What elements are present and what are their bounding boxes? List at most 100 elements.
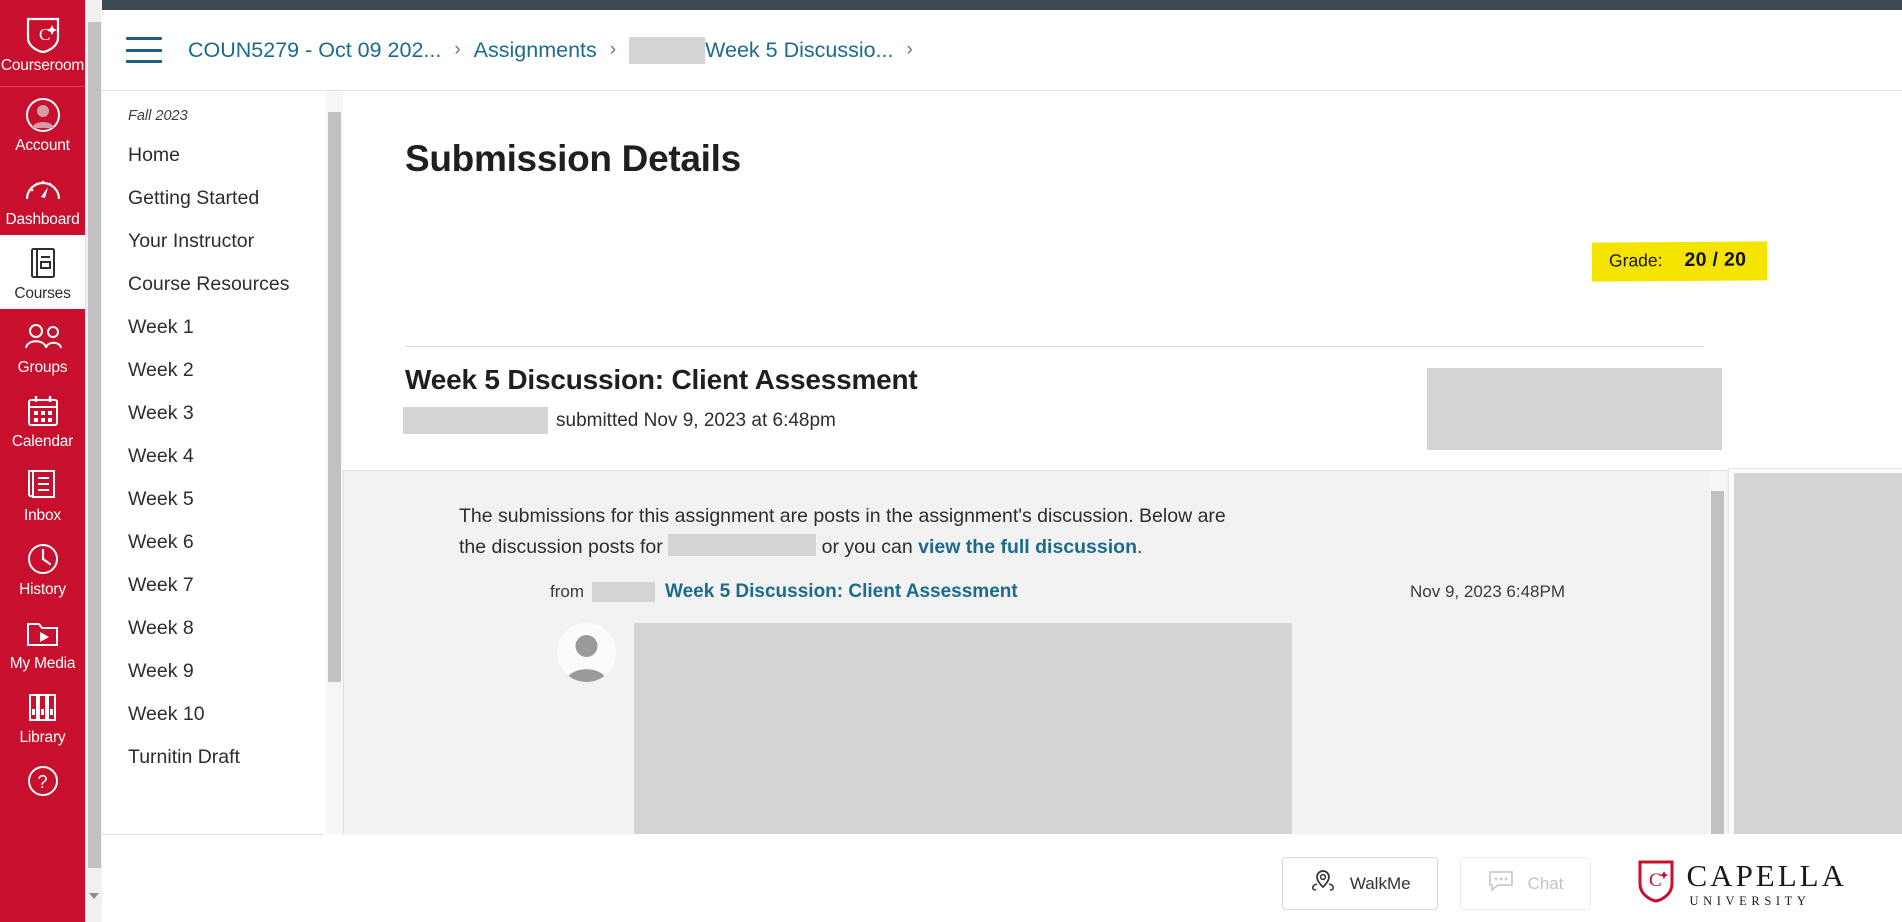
inbox-icon	[27, 466, 59, 504]
course-nav-item-home[interactable]: Home	[102, 134, 324, 177]
discussion-scrollbar-thumb[interactable]	[1711, 491, 1724, 834]
rail-item-label: Account	[15, 137, 70, 154]
books-icon	[26, 688, 60, 726]
post-date: Nov 9, 2023 6:48PM	[1410, 582, 1565, 601]
discussion-post-header: from Week 5 Discussion: Client Assessmen…	[550, 581, 1620, 603]
rail-item-courses[interactable]: Courses	[0, 235, 85, 309]
map-pin-icon	[1309, 869, 1337, 898]
rail-item-label: Courses	[14, 285, 71, 302]
user-avatar-icon	[557, 623, 616, 682]
post-topic-link[interactable]: Week 5 Discussion: Client Assessment	[665, 581, 1018, 603]
app-root: C Courseroom Account Dashboard Courses G…	[0, 0, 1902, 922]
course-nav: Fall 2023 Home Getting Started Your Inst…	[102, 92, 324, 834]
rail-item-calendar[interactable]: Calendar	[0, 383, 85, 457]
capella-logo-name: CAPELLA	[1686, 857, 1847, 893]
rail-item-history[interactable]: History	[0, 531, 85, 605]
submission-title: Week 5 Discussion: Client Assessment	[405, 364, 918, 395]
calendar-icon	[26, 392, 60, 430]
submission-meta-text: submitted Nov 9, 2023 at 6:48pm	[556, 409, 836, 431]
grade-label: Grade:	[1609, 250, 1663, 271]
rail-item-label: History	[19, 581, 66, 598]
scroll-up-arrow-icon[interactable]	[89, 5, 99, 28]
svg-text:C: C	[39, 25, 50, 44]
discussion-intro-end: .	[1137, 536, 1143, 558]
breadcrumb-redaction	[629, 36, 706, 64]
course-nav-item-week-5[interactable]: Week 5	[102, 478, 324, 521]
walkme-button[interactable]: WalkMe	[1281, 857, 1438, 910]
rail-item-label: Groups	[17, 359, 68, 376]
chat-button-label: Chat	[1527, 873, 1564, 893]
section-divider	[405, 346, 1704, 347]
course-nav-scrollbar-thumb[interactable]	[328, 112, 341, 682]
discussion-intro-part2: or you can	[821, 536, 913, 558]
global-nav-rail: C Courseroom Account Dashboard Courses G…	[0, 0, 85, 922]
course-nav-item-your-instructor[interactable]: Your Instructor	[102, 220, 324, 263]
page-footer: WalkMe Chat C CAPELLA UNIVERSITY	[102, 845, 1902, 922]
rail-item-help[interactable]: ?	[0, 753, 85, 807]
rail-item-label: Courseroom	[0, 57, 85, 74]
breadcrumb-item-course[interactable]: COUN5279 - Oct 09 202...	[188, 38, 441, 63]
rail-item-my-media[interactable]: My Media	[0, 605, 85, 679]
chevron-right-icon: ›	[454, 39, 461, 60]
course-nav-item-week-1[interactable]: Week 1	[102, 306, 324, 349]
discussion-intro: The submissions for this assignment are …	[459, 501, 1229, 563]
submission-meta: submitted Nov 9, 2023 at 6:48pm	[403, 407, 836, 434]
rail-item-label: Library	[19, 729, 66, 746]
post-body-redaction	[634, 623, 1292, 834]
svg-text:?: ?	[37, 772, 47, 792]
svg-text:C: C	[1649, 870, 1662, 891]
rail-item-groups[interactable]: Groups	[0, 309, 85, 383]
chat-bubble-icon	[1487, 869, 1515, 898]
walkme-button-label: WalkMe	[1349, 873, 1411, 893]
top-right-redaction	[1427, 368, 1722, 450]
browser-top-strip	[0, 0, 1902, 10]
post-from-label: from	[550, 582, 584, 601]
chat-button[interactable]: Chat	[1459, 857, 1591, 910]
course-nav-scrollbar[interactable]	[326, 92, 343, 834]
course-nav-item-getting-started[interactable]: Getting Started	[102, 177, 324, 220]
view-full-discussion-link[interactable]: view the full discussion	[918, 536, 1137, 558]
course-nav-item-week-7[interactable]: Week 7	[102, 564, 324, 607]
course-nav-divider	[102, 834, 324, 835]
course-nav-item-week-9[interactable]: Week 9	[102, 650, 324, 693]
course-nav-item-turnitin-draft[interactable]: Turnitin Draft	[102, 736, 324, 779]
course-nav-item-week-4[interactable]: Week 4	[102, 435, 324, 478]
rail-item-label: My Media	[9, 655, 76, 672]
breadcrumb-item-discussion[interactable]: Week 5 Discussio...	[705, 38, 893, 63]
gauge-icon	[24, 170, 62, 208]
breadcrumb-item-assignments[interactable]: Assignments	[474, 38, 597, 63]
capella-shield-icon: C	[25, 16, 61, 54]
rail-item-courseroom[interactable]: C Courseroom	[0, 0, 85, 87]
course-nav-item-week-10[interactable]: Week 10	[102, 693, 324, 736]
discussion-intro-redaction	[668, 534, 817, 556]
course-nav-item-week-6[interactable]: Week 6	[102, 521, 324, 564]
hamburger-icon[interactable]	[126, 37, 162, 63]
page-title: Submission Details	[405, 138, 741, 179]
course-nav-item-week-2[interactable]: Week 2	[102, 349, 324, 392]
course-nav-item-course-resources[interactable]: Course Resources	[102, 263, 324, 306]
user-circle-icon	[25, 96, 61, 134]
capella-shield-icon: C	[1637, 859, 1675, 908]
right-panel-redaction	[1734, 473, 1902, 834]
page-scrollbar[interactable]	[85, 0, 102, 922]
chevron-right-icon: ›	[906, 39, 913, 60]
rail-item-account[interactable]: Account	[0, 87, 85, 161]
main-content: Submission Details Grade: 20 / 20 Week 5…	[343, 92, 1902, 834]
discussion-scrollbar[interactable]	[1709, 471, 1726, 834]
rail-item-inbox[interactable]: Inbox	[0, 457, 85, 531]
page-scrollbar-thumb[interactable]	[88, 22, 101, 868]
submitter-name-redaction	[403, 407, 548, 434]
rail-item-library[interactable]: Library	[0, 679, 85, 753]
breadcrumb-bar: COUN5279 - Oct 09 202... › Assignments ›…	[102, 10, 1902, 91]
post-author-redaction	[592, 582, 655, 602]
rail-item-label: Calendar	[11, 433, 74, 450]
grade-badge: Grade: 20 / 20	[1592, 241, 1768, 282]
course-nav-item-week-3[interactable]: Week 3	[102, 392, 324, 435]
book-icon	[27, 244, 59, 282]
course-term-label: Fall 2023	[128, 108, 188, 124]
discussion-frame: The submissions for this assignment are …	[343, 470, 1735, 834]
rail-item-dashboard[interactable]: Dashboard	[0, 161, 85, 235]
scroll-down-arrow-icon[interactable]	[89, 893, 99, 917]
course-nav-item-week-8[interactable]: Week 8	[102, 607, 324, 650]
grade-value: 20 / 20	[1684, 248, 1747, 271]
